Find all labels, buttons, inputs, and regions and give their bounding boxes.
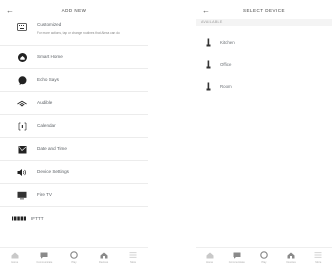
nav-home[interactable]: Home (4, 251, 26, 264)
nav-play[interactable]: Play (63, 251, 85, 264)
devices-icon (287, 251, 295, 259)
nav-home[interactable]: Home (199, 251, 221, 264)
menu-item-label: Smart Home (37, 54, 63, 59)
nav-communicate[interactable]: Communicate (226, 251, 248, 264)
device-item-kitchen[interactable]: Kitchen (196, 31, 332, 53)
menu-item-sublabel: For more actions, tap or change routines… (37, 31, 120, 35)
play-icon (70, 251, 78, 259)
bottom-nav: Home Communicate Play Devices More (0, 247, 148, 267)
page-title: SELECT DEVICE (243, 8, 285, 13)
select-device-screen: ← SELECT DEVICE AVAILABLE Kitchen Office… (196, 0, 332, 267)
devices-icon (100, 251, 108, 259)
device-icon (205, 38, 211, 47)
menu-item-smart-home[interactable]: Smart Home (0, 46, 148, 69)
ifttt-icon (11, 214, 27, 224)
menu-item-label: Calendar (37, 123, 56, 128)
menu-item-audible[interactable]: Audible (0, 92, 148, 115)
menu-item-label: Fire TV (37, 192, 52, 197)
speech-bubble-icon (17, 75, 27, 85)
nav-more[interactable]: More (122, 251, 144, 264)
header: ← ADD NEW (0, 6, 148, 18)
speaker-icon (17, 167, 27, 177)
device-icon (205, 82, 211, 91)
header: ← SELECT DEVICE (196, 6, 332, 18)
menu-item-calendar[interactable]: Calendar (0, 115, 148, 138)
device-label: Office (220, 61, 232, 67)
menu-item-label: Echo Says (37, 77, 59, 82)
device-label: Room (220, 83, 232, 89)
menu-item-device-settings[interactable]: Device Settings (0, 161, 148, 184)
device-item-room[interactable]: Room (196, 75, 332, 97)
device-item-office[interactable]: Office (196, 53, 332, 75)
audible-icon (17, 98, 27, 108)
smart-home-icon (17, 52, 27, 62)
nav-devices[interactable]: Devices (93, 251, 115, 264)
menu-item-label: Audible (37, 100, 53, 105)
menu-item-label: Customized (37, 22, 62, 27)
nav-devices[interactable]: Devices (280, 251, 302, 264)
keyboard-icon (17, 22, 27, 32)
menu-item-label: Date and Time (37, 146, 67, 151)
chat-icon (233, 251, 241, 259)
section-label: AVAILABLE (201, 20, 223, 24)
menu-item-date-and-time[interactable]: Date and Time (0, 138, 148, 161)
menu-item-label: Device Settings (37, 169, 69, 174)
home-icon (206, 251, 214, 259)
nav-more[interactable]: More (307, 251, 329, 264)
add-new-screen: ← ADD NEW Customized For more actions, t… (0, 0, 148, 267)
menu-icon (314, 251, 322, 259)
device-icon (205, 60, 211, 69)
nav-play[interactable]: Play (253, 251, 275, 264)
calendar-icon (17, 121, 27, 131)
home-icon (11, 251, 19, 259)
chat-icon (40, 251, 48, 259)
tv-icon (17, 190, 27, 200)
menu-item-label: IFTTT (31, 215, 44, 221)
menu-item-echo-says[interactable]: Echo Says (0, 69, 148, 92)
menu-item-ifttt[interactable]: IFTTT (0, 207, 148, 230)
bottom-nav: Home Communicate Play Devices More (196, 247, 332, 267)
menu-item-fire-tv[interactable]: Fire TV (0, 184, 148, 207)
menu-icon (129, 251, 137, 259)
clock-icon (17, 144, 27, 154)
device-label: Kitchen (220, 39, 235, 45)
page-title: ADD NEW (61, 8, 87, 13)
nav-communicate[interactable]: Communicate (33, 251, 55, 264)
play-icon (260, 251, 268, 259)
